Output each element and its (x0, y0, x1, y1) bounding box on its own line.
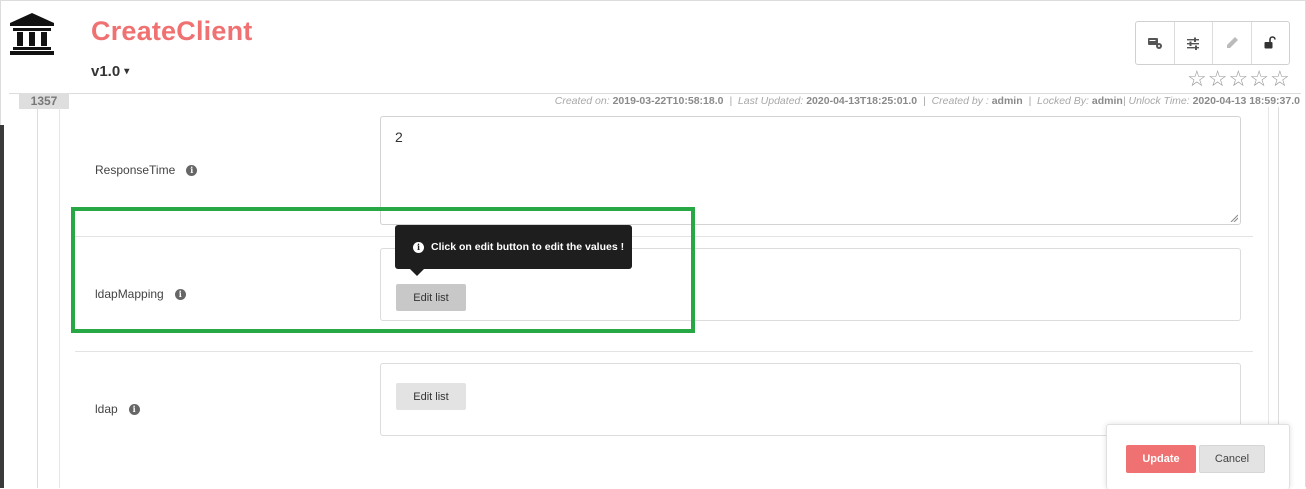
star-icon[interactable]: ☆ (1249, 68, 1269, 90)
response-time-textarea[interactable]: 2 (380, 116, 1241, 225)
version-label: v1.0 (91, 63, 121, 80)
last-updated-label: Last Updated: (737, 95, 804, 107)
ldap-mapping-edit-list-button[interactable]: Edit list (396, 284, 466, 311)
edit-tooltip: i Click on edit button to edit the value… (395, 225, 632, 276)
ldap-mapping-label: ldapMapping i (95, 287, 186, 301)
unlock-icon (1263, 36, 1277, 50)
locked-by-label: Locked By: (1037, 95, 1089, 107)
locked-by-value: admin (1091, 95, 1123, 107)
page-title: CreateClient (91, 16, 253, 46)
update-button[interactable]: Update (1126, 445, 1196, 473)
ldap-mapping-label-text: ldapMapping (95, 287, 164, 301)
cancel-button[interactable]: Cancel (1199, 445, 1265, 473)
created-on-label: Created on: (554, 95, 610, 107)
info-icon[interactable]: i (174, 288, 186, 300)
resize-handle-icon[interactable] (1230, 214, 1238, 222)
unlock-time-label: Unlock Time: (1128, 95, 1190, 107)
rating-stars[interactable]: ☆ ☆ ☆ ☆ ☆ (1187, 68, 1290, 90)
separator: | (729, 95, 733, 107)
pencil-icon (1225, 36, 1239, 50)
sliders-icon (1186, 36, 1200, 50)
tag-settings-icon (1147, 36, 1163, 50)
ldap-edit-list-button[interactable]: Edit list (396, 383, 466, 410)
created-by-label: Created by : (931, 95, 989, 107)
separator: | (1122, 95, 1126, 107)
side-scrollbar[interactable] (0, 125, 4, 488)
action-panel: Update Cancel (1106, 424, 1290, 489)
response-time-label-text: ResponseTime (95, 163, 176, 177)
info-icon: i (413, 241, 424, 253)
separator: | (922, 95, 926, 107)
last-updated-value: 2020-04-13T18:25:01.0 (806, 95, 918, 107)
star-icon[interactable]: ☆ (1270, 68, 1290, 90)
tag-settings-button[interactable] (1136, 22, 1175, 64)
star-icon[interactable]: ☆ (1187, 68, 1207, 90)
version-dropdown[interactable]: v1.0 ▾ (91, 63, 129, 80)
edit-button[interactable] (1213, 22, 1252, 64)
ldap-label: ldap i (95, 402, 140, 416)
metadata-bar: 1357 Created on: 2019-03-22T10:58:18.0 |… (9, 93, 1301, 109)
info-icon[interactable]: i (128, 403, 140, 415)
tooltip-text: Click on edit button to edit the values … (431, 241, 625, 253)
unlock-button[interactable] (1252, 22, 1290, 64)
filter-settings-button[interactable] (1175, 22, 1213, 64)
metadata-text: Created on: 2019-03-22T10:58:18.0 | Last… (555, 95, 1300, 107)
response-time-value: 2 (395, 129, 403, 145)
star-icon[interactable]: ☆ (1228, 68, 1248, 90)
created-on-value: 2019-03-22T10:58:18.0 (612, 95, 724, 107)
unlock-time-value: 2020-04-13 18:59:37.0 (1192, 95, 1300, 107)
info-icon[interactable]: i (186, 164, 198, 176)
response-time-label: ResponseTime i (95, 163, 198, 177)
separator: | (1028, 95, 1032, 107)
row-divider (75, 351, 1253, 352)
ldap-label-text: ldap (95, 402, 118, 416)
created-by-value: admin (991, 95, 1023, 107)
tooltip-arrow (410, 269, 424, 276)
record-toolbar (1135, 21, 1290, 65)
chevron-down-icon: ▾ (124, 66, 130, 77)
bank-icon (9, 13, 55, 55)
star-icon[interactable]: ☆ (1208, 68, 1228, 90)
row-divider (75, 236, 1253, 237)
